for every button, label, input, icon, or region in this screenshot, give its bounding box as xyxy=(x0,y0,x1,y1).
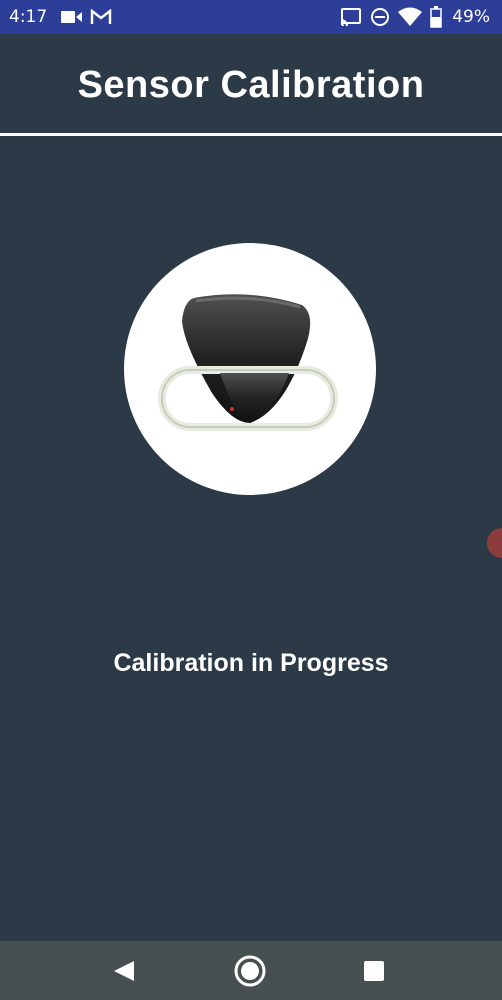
home-icon[interactable] xyxy=(232,953,268,989)
calibration-status-text: Calibration in Progress xyxy=(113,649,389,677)
status-bar: 4:17 49% xyxy=(0,0,502,34)
recents-icon[interactable] xyxy=(356,953,392,989)
battery-icon xyxy=(430,6,442,28)
back-icon[interactable] xyxy=(106,953,142,989)
header: Sensor Calibration xyxy=(0,34,502,134)
sensor-illustration xyxy=(124,243,376,495)
page-title: Sensor Calibration xyxy=(77,64,425,106)
sensor-device-image xyxy=(158,294,338,431)
navigation-bar xyxy=(0,941,502,1000)
cast-icon xyxy=(340,8,361,26)
gmail-icon xyxy=(90,9,112,24)
do-not-disturb-icon xyxy=(371,8,389,26)
side-indicator-dot xyxy=(487,528,502,558)
battery-percent: 49% xyxy=(452,7,490,27)
status-time: 4:17 xyxy=(9,7,48,27)
header-divider xyxy=(0,133,502,136)
wifi-icon xyxy=(398,7,422,26)
camera-icon xyxy=(61,11,82,23)
